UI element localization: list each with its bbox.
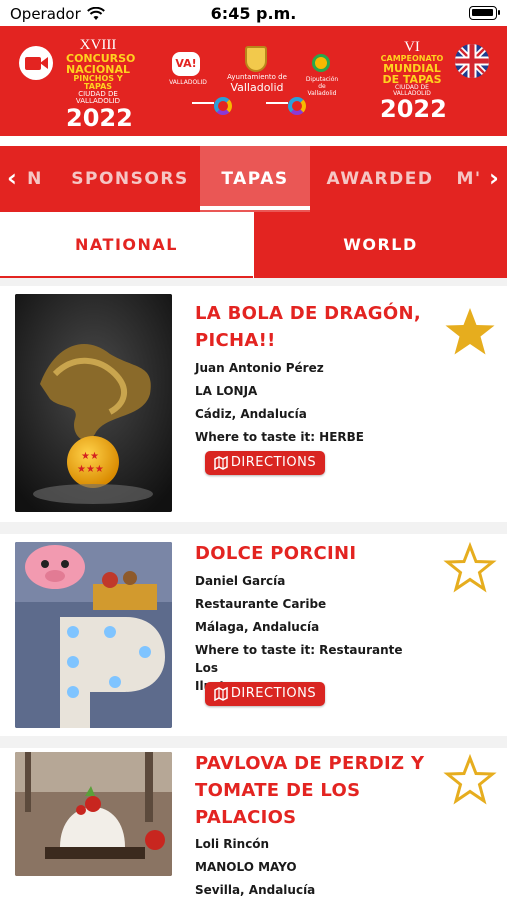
logo-edition: XVIII [79, 37, 117, 53]
coat-of-arms-icon [245, 46, 267, 72]
tapa-card[interactable]: ★★ ★★★ LA BOLA DE DRAGÓN, PICHA!! Juan A… [0, 286, 507, 522]
header-banner: XVIII CONCURSO NACIONAL PINCHOS Y TAPAS … [0, 26, 507, 136]
logo-edition: VI [404, 39, 420, 55]
ring-logo-icon [214, 97, 232, 115]
ring-line [192, 102, 214, 104]
tab-sponsors[interactable]: SPONSORS [60, 146, 200, 212]
favorite-star-outline-icon[interactable] [443, 542, 497, 594]
directions-button[interactable]: DIRECTIONS [205, 682, 325, 706]
video-camera-button[interactable] [19, 46, 53, 80]
video-camera-icon [25, 57, 41, 70]
competition-subtabs: NATIONAL WORLD [0, 212, 507, 278]
directions-label: DIRECTIONS [230, 686, 317, 701]
venue-name: LA LONJA [195, 384, 258, 398]
title-line: PICHA!! [195, 330, 276, 351]
battery-icon [469, 6, 500, 20]
tapa-title: DOLCE PORCINI [195, 540, 435, 567]
chevron-right-icon[interactable]: › [484, 146, 504, 212]
logo-line: CIUDAD DE VALLADOLID [75, 90, 121, 105]
tab-awarded[interactable]: AWARDED [310, 146, 450, 212]
chef-name: Loli Rincón [195, 837, 270, 851]
diputacion-caption: Diputación de Valladolid [305, 76, 339, 97]
camera-lens-shape [40, 57, 48, 69]
tapa-card[interactable]: PAVLOVA DE PERDIZ Y TOMATE DE LOS PALACI… [0, 748, 507, 900]
ayto-small: Ayuntamiento de [227, 73, 287, 81]
va-caption: VALLADOLID [169, 79, 207, 86]
ayto-city: Valladolid [230, 80, 284, 94]
dragon-ball-image: ★★ ★★★ [15, 294, 172, 512]
title-line: LA BOLA DE DRAGÓN, [195, 303, 421, 324]
subtab-national[interactable]: NATIONAL [0, 212, 253, 278]
campeonato-mundial-logo: VI CAMPEONATO MUNDIAL DE TAPAS CIUDAD DE… [380, 39, 447, 123]
concurso-nacional-logo: XVIII CONCURSO NACIONAL PINCHOS Y TAPAS … [66, 37, 135, 132]
svg-text:★★: ★★ [81, 451, 99, 462]
sponsor-logos: VA! VALLADOLID Ayuntamiento de Valladoli… [169, 46, 340, 122]
ayuntamiento-logo: Ayuntamiento de Valladolid [224, 73, 290, 94]
tapa-title: PAVLOVA DE PERDIZ Y TOMATE DE LOS PALACI… [195, 750, 435, 831]
venue-name: MANOLO MAYO [195, 860, 297, 874]
tapa-title: LA BOLA DE DRAGÓN, PICHA!! [195, 300, 435, 354]
venue-name: Restaurante Caribe [195, 597, 327, 611]
diputacion-icon [312, 54, 330, 72]
tapa-photo [15, 542, 172, 728]
pavlova-image [15, 752, 172, 876]
title-line: DOLCE PORCINI [195, 543, 357, 564]
clock: 6:45 p.m. [210, 4, 297, 23]
tab-tapas[interactable]: TAPAS [200, 146, 310, 212]
location: Cádiz, Andalucía [195, 407, 307, 421]
logo-year: 2022 [380, 95, 447, 123]
location: Sevilla, Andalucía [195, 883, 316, 897]
chef-name: Daniel García [195, 574, 286, 588]
language-uk-flag-button[interactable] [455, 44, 489, 78]
tapa-photo: ★★ ★★★ [15, 294, 172, 512]
svg-text:★★★: ★★★ [77, 464, 104, 475]
tab-partial-left[interactable]: N [20, 146, 50, 212]
title-line: TOMATE DE LOS [195, 780, 361, 801]
where-line: Where to taste it: Restaurante Los [195, 643, 403, 675]
directions-button[interactable]: DIRECTIONS [205, 451, 325, 475]
status-bar: Operador 6:45 p.m. [0, 0, 507, 26]
title-line: PALACIOS [195, 807, 297, 828]
chevron-left-icon[interactable]: ‹ [2, 146, 22, 212]
active-tab-indicator [200, 206, 310, 210]
logo-line: PINCHOS Y TAPAS [73, 74, 123, 91]
title-line: PAVLOVA DE PERDIZ Y [195, 753, 425, 774]
va-logo: VA! [172, 52, 200, 76]
where-to-taste: Where to taste it: HERBE [195, 430, 364, 444]
tab-partial-right[interactable]: M' [452, 146, 486, 212]
location: Málaga, Andalucía [195, 620, 320, 634]
favorite-star-filled-icon[interactable] [443, 306, 497, 358]
subtab-world[interactable]: WORLD [254, 212, 507, 278]
ring-line [266, 102, 288, 104]
logo-year: 2022 [66, 104, 133, 132]
directions-label: DIRECTIONS [230, 455, 317, 470]
tapas-list: ★★ ★★★ LA BOLA DE DRAGÓN, PICHA!! Juan A… [0, 278, 507, 900]
category-tabs: ‹ N SPONSORS TAPAS AWARDED M' › [0, 146, 507, 212]
favorite-star-outline-icon[interactable] [443, 754, 497, 806]
map-icon [214, 687, 228, 701]
dolce-porcini-image [15, 542, 172, 728]
ring-logo-icon [288, 97, 306, 115]
uk-flag-icon [455, 44, 489, 78]
chef-name: Juan Antonio Pérez [195, 361, 324, 375]
tapa-card[interactable]: DOLCE PORCINI Daniel García Restaurante … [0, 534, 507, 736]
map-icon [214, 456, 228, 470]
tapa-photo [15, 752, 172, 876]
